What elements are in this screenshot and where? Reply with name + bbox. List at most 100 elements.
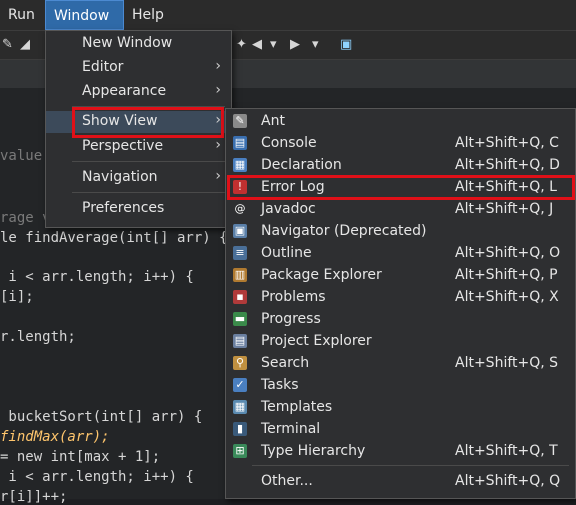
tool-icon[interactable]: ✎ (2, 37, 13, 52)
progress-icon: ▬ (233, 312, 247, 326)
menu-item-new-window[interactable]: New Window (46, 33, 231, 55)
menu-item-shortcut: Alt+Shift+Q, T (455, 443, 558, 459)
declaration-icon: ▦ (233, 158, 247, 172)
menu-item-type-hierarchy[interactable]: ⊞ Type Hierarchy Alt+Shift+Q, T (226, 441, 575, 463)
problems-icon: ▪ (233, 290, 247, 304)
menu-item-declaration[interactable]: ▦ Declaration Alt+Shift+Q, D (226, 155, 575, 177)
menu-item-label: Templates (261, 399, 333, 415)
code-line: rage v (0, 210, 51, 226)
menu-item-shortcut: Alt+Shift+Q, P (455, 267, 558, 283)
menu-item-label: Type Hierarchy (261, 443, 366, 459)
menu-item-label: Problems (261, 289, 326, 305)
code-line: findMax(arr); (0, 429, 110, 445)
show-view-menu: ✎ Ant ▤ Console Alt+Shift+Q, C ▦ Declaration Al… (225, 108, 576, 499)
back-dropdown-icon[interactable]: ▾ (270, 37, 277, 52)
menu-item-label: Javadoc (261, 201, 316, 217)
new-window-icon[interactable]: ▣ (340, 37, 352, 52)
code-line: r.length; (0, 329, 76, 345)
menu-item-terminal[interactable]: ▮ Terminal (226, 419, 575, 441)
menu-item-search[interactable]: ⚲ Search Alt+Shift+Q, S (226, 353, 575, 375)
menu-item-templates[interactable]: ▦ Templates (226, 397, 575, 419)
forward-dropdown-icon[interactable]: ▾ (312, 37, 319, 52)
package-explorer-icon: ▥ (233, 268, 247, 282)
menu-item-label: Ant (261, 113, 285, 129)
tasks-icon: ✓ (233, 378, 247, 392)
menu-separator (72, 161, 225, 162)
menu-window[interactable]: Window (45, 0, 124, 30)
menu-item-shortcut: Alt+Shift+Q, X (455, 289, 559, 305)
menu-item-label: Perspective (82, 138, 164, 154)
menu-item-javadoc[interactable]: @ Javadoc Alt+Shift+Q, J (226, 199, 575, 221)
menu-item-label: Project Explorer (261, 333, 372, 349)
chevron-right-icon: › (215, 82, 221, 98)
terminal-icon: ▮ (233, 422, 247, 436)
templates-icon: ▦ (233, 400, 247, 414)
menu-item-label: Terminal (261, 421, 321, 437)
type-hierarchy-icon: ⊞ (233, 444, 247, 458)
menu-item-editor[interactable]: Editor › (46, 57, 231, 79)
code-line: = new int[max + 1]; (0, 449, 161, 465)
menu-separator (72, 192, 225, 193)
menu-run[interactable]: Run (0, 0, 43, 30)
menu-separator (252, 465, 569, 466)
menu-item-label: Tasks (261, 377, 299, 393)
menu-item-shortcut: Alt+Shift+Q, C (455, 135, 559, 151)
menu-item-perspective[interactable]: Perspective › (46, 136, 231, 158)
menu-item-navigation[interactable]: Navigation › (46, 167, 231, 189)
back-icon[interactable]: ◀ (252, 37, 262, 52)
javadoc-icon: @ (233, 202, 247, 216)
menu-item-navigator-deprecated[interactable]: ▣ Navigator (Deprecated) (226, 221, 575, 243)
menu-item-label: Preferences (82, 200, 165, 216)
menu-item-tasks[interactable]: ✓ Tasks (226, 375, 575, 397)
highlight-box-error-log (227, 175, 575, 200)
menu-item-console[interactable]: ▤ Console Alt+Shift+Q, C (226, 133, 575, 155)
menu-item-label: Navigator (Deprecated) (261, 223, 427, 239)
menu-item-preferences[interactable]: Preferences (46, 198, 231, 220)
code-line: i < arr.length; i++) { (0, 469, 194, 485)
ant-icon: ✎ (233, 114, 247, 128)
menu-item-progress[interactable]: ▬ Progress (226, 309, 575, 331)
pin-icon[interactable]: ✦ (236, 37, 247, 52)
menu-item-appearance[interactable]: Appearance › (46, 81, 231, 103)
chevron-right-icon: › (215, 58, 221, 74)
project-explorer-icon: ▤ (233, 334, 247, 348)
forward-icon[interactable]: ▶ (290, 37, 300, 52)
menu-item-label: Other... (261, 473, 313, 489)
menu-help[interactable]: Help (124, 0, 172, 30)
menu-item-shortcut: Alt+Shift+Q, Q (455, 473, 561, 489)
console-icon: ▤ (233, 136, 247, 150)
chevron-right-icon: › (215, 168, 221, 184)
menu-item-label: Editor (82, 59, 124, 75)
menu-item-ant[interactable]: ✎ Ant (226, 111, 575, 133)
menu-item-label: Console (261, 135, 317, 151)
code-line: [i]; (0, 289, 34, 305)
code-line: r[i]]++; (0, 489, 68, 505)
menu-item-other[interactable]: Other... Alt+Shift+Q, Q (226, 471, 575, 493)
menu-item-label: Search (261, 355, 310, 371)
menu-bar: Run Window Help (0, 0, 576, 31)
menu-item-label: Navigation (82, 169, 158, 185)
menu-item-shortcut: Alt+Shift+Q, J (455, 201, 554, 217)
menu-item-label: Progress (261, 311, 321, 327)
menu-item-label: Appearance (82, 83, 167, 99)
menu-item-project-explorer[interactable]: ▤ Project Explorer (226, 331, 575, 353)
chevron-right-icon: › (215, 137, 221, 153)
code-line: i < arr.length; i++) { (0, 269, 194, 285)
menu-item-shortcut: Alt+Shift+Q, S (455, 355, 559, 371)
navigator-icon: ▣ (233, 224, 247, 238)
highlight-box-show-view (72, 107, 224, 138)
code-line: le findAverage(int[] arr) { (0, 230, 228, 246)
menu-item-label: Declaration (261, 157, 342, 173)
menu-item-outline[interactable]: ≡ Outline Alt+Shift+Q, O (226, 243, 575, 265)
menu-item-shortcut: Alt+Shift+Q, D (455, 157, 560, 173)
search-icon: ⚲ (233, 356, 247, 370)
code-line: bucketSort(int[] arr) { (0, 409, 203, 425)
brush-icon[interactable]: ◢ (20, 37, 30, 52)
menu-item-package-explorer[interactable]: ▥ Package Explorer Alt+Shift+Q, P (226, 265, 575, 287)
outline-icon: ≡ (233, 246, 247, 260)
code-line: value (0, 148, 43, 164)
menu-item-label: Outline (261, 245, 312, 261)
menu-item-problems[interactable]: ▪ Problems Alt+Shift+Q, X (226, 287, 575, 309)
menu-item-label: New Window (82, 35, 173, 51)
menu-item-shortcut: Alt+Shift+Q, O (455, 245, 561, 261)
